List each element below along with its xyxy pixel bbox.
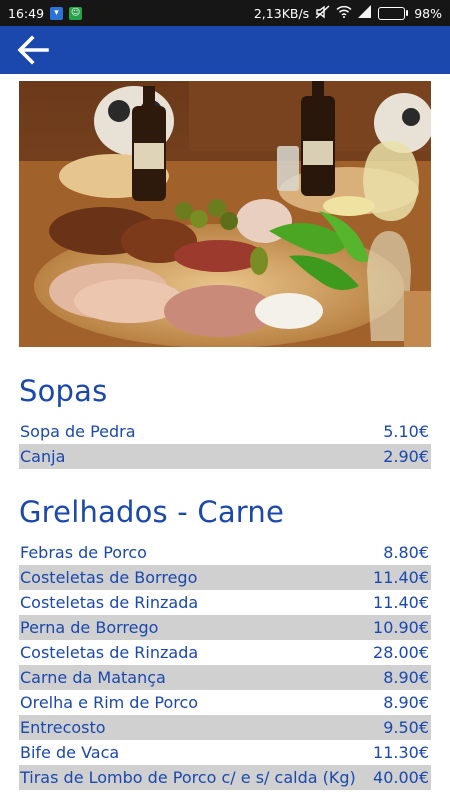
menu-item-price: 8.80€ <box>383 543 429 562</box>
battery-percent: 98% <box>414 5 442 21</box>
wifi-icon <box>336 5 352 21</box>
menu-section-sopas: Sopas Sopa de Pedra 5.10€ Canja 2.90€ <box>19 373 431 469</box>
menu-item-price: 40.00€ <box>373 768 429 787</box>
menu-item-price: 2.90€ <box>383 447 429 466</box>
menu-item-name: Entrecosto <box>20 718 106 737</box>
menu-item-price: 11.30€ <box>373 743 429 762</box>
menu-item[interactable]: Sopa de Pedra 5.10€ <box>19 419 431 444</box>
menu-item-name: Sopa de Pedra <box>20 422 136 441</box>
menu-item-name: Costeletas de Borrego <box>20 568 198 587</box>
menu-item-name: Costeletas de Rinzada <box>20 643 199 662</box>
menu-item[interactable]: Febras de Porco 8.80€ <box>19 540 431 565</box>
menu-item[interactable]: Costeletas de Rinzada 28.00€ <box>19 640 431 665</box>
vpn-icon: ▾ <box>50 6 64 20</box>
menu-item[interactable]: Costeletas de Borrego 11.40€ <box>19 565 431 590</box>
menu-item-price: 28.00€ <box>373 643 429 662</box>
menu-section-grelhados-carne: Grelhados - Carne Febras de Porco 8.80€ … <box>19 494 431 790</box>
app-notification-icon: ☺ <box>69 6 83 20</box>
menu-item-name: Orelha e Rim de Porco <box>20 693 199 712</box>
menu-item-price: 10.90€ <box>373 618 429 637</box>
menu-item-price: 5.10€ <box>383 422 429 441</box>
signal-icon <box>358 5 372 21</box>
menu-item[interactable]: Canja 2.90€ <box>19 444 431 469</box>
menu-item-name: Perna de Borrego <box>20 618 159 637</box>
menu-item-name: Febras de Porco <box>20 543 147 562</box>
menu-item[interactable]: Perna de Borrego 10.90€ <box>19 615 431 640</box>
menu-item[interactable]: Tiras de Lombo de Porco c/ e s/ calda (K… <box>19 765 431 790</box>
status-bar: 16:49 ▾ ☺ 2,13KB/s 98% <box>0 0 450 26</box>
section-title: Grelhados - Carne <box>19 495 285 529</box>
menu-item-price: 8.90€ <box>383 668 429 687</box>
section-title: Sopas <box>19 374 108 408</box>
menu-item-name: Canja <box>20 447 66 466</box>
menu-item[interactable]: Entrecosto 9.50€ <box>19 715 431 740</box>
menu-item[interactable]: Carne da Matança 8.90€ <box>19 665 431 690</box>
status-time: 16:49 <box>8 5 45 21</box>
menu-item-name: Tiras de Lombo de Porco c/ e s/ calda (K… <box>20 768 356 787</box>
menu-item-name: Costeletas de Rinzada <box>20 593 199 612</box>
back-button[interactable] <box>16 33 50 67</box>
menu-item[interactable]: Costeletas de Rinzada 11.40€ <box>19 590 431 615</box>
network-speed: 2,13KB/s <box>253 5 310 21</box>
menu-item[interactable]: Bife de Vaca 11.30€ <box>19 740 431 765</box>
menu-item-name: Bife de Vaca <box>20 743 120 762</box>
menu-hero-image <box>19 81 431 347</box>
app-bar <box>0 26 450 74</box>
menu-item-price: 11.40€ <box>373 593 429 612</box>
battery-icon <box>378 6 409 20</box>
arrow-left-icon <box>17 35 49 65</box>
menu-item-price: 9.50€ <box>383 718 429 737</box>
menu-item[interactable]: Orelha e Rim de Porco 8.90€ <box>19 690 431 715</box>
menu-item-price: 8.90€ <box>383 693 429 712</box>
menu-item-name: Carne da Matança <box>20 668 166 687</box>
mute-icon <box>315 4 330 22</box>
menu-item-price: 11.40€ <box>373 568 429 587</box>
